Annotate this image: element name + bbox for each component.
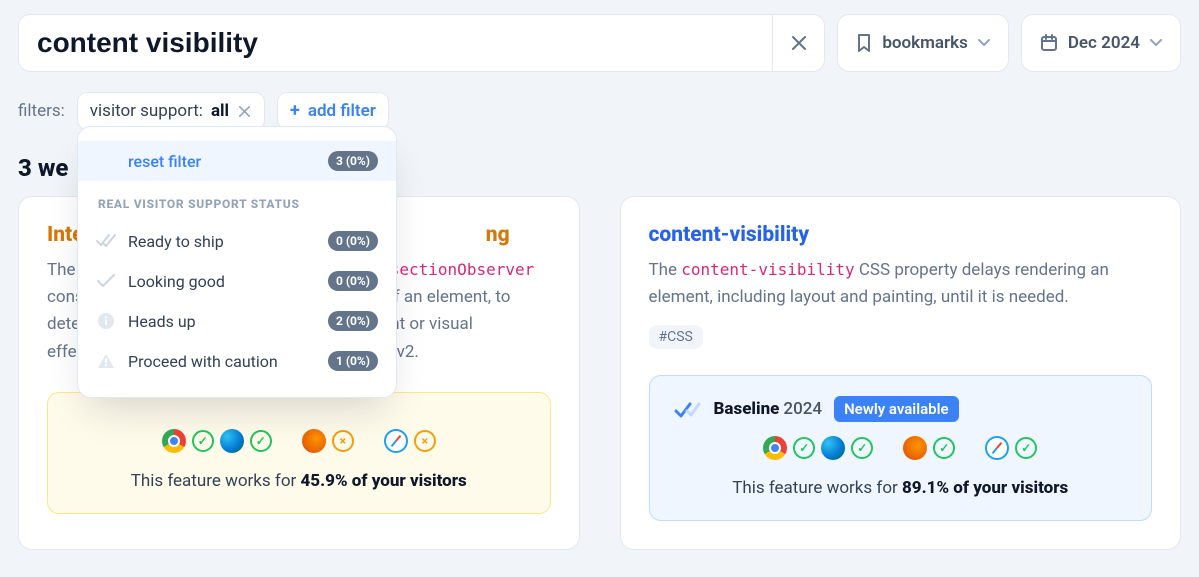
baseline-check-icon bbox=[674, 399, 702, 419]
firefox-icon bbox=[302, 429, 326, 453]
top-bar: bookmarks Dec 2024 bbox=[18, 14, 1181, 72]
warning-icon bbox=[96, 351, 116, 371]
dropdown-item-badge: 0 (0%) bbox=[328, 231, 378, 251]
dropdown-item-label: Heads up bbox=[128, 312, 316, 331]
dropdown-item-badge: 3 (0%) bbox=[328, 151, 378, 171]
baseline-title: Baseline2024 bbox=[714, 399, 823, 419]
browser-support-row: ✓ ✓ × × bbox=[66, 429, 532, 453]
result-description: The content-visibility CSS property dela… bbox=[649, 257, 1153, 311]
status-ok-icon: ✓ bbox=[933, 437, 955, 459]
result-title: content-visibility bbox=[649, 223, 1153, 247]
baseline-panel: ✓ ✓ × × This feature works for 45.9% of … bbox=[47, 392, 551, 514]
add-filter-label: add filter bbox=[308, 101, 376, 121]
calendar-icon bbox=[1040, 34, 1058, 52]
close-icon bbox=[792, 36, 806, 50]
status-ok-icon: ✓ bbox=[851, 437, 873, 459]
browser-safari: ✓ bbox=[985, 436, 1037, 460]
baseline-summary: This feature works for 89.1% of your vis… bbox=[668, 478, 1134, 498]
chrome-icon bbox=[763, 436, 787, 460]
status-ok-icon: ✓ bbox=[1015, 437, 1037, 459]
search-clear-button[interactable] bbox=[772, 15, 824, 71]
info-icon bbox=[96, 311, 116, 331]
add-filter-button[interactable]: + add filter bbox=[277, 92, 389, 130]
date-picker-button[interactable]: Dec 2024 bbox=[1021, 14, 1181, 72]
filter-dropdown: reset filter 3 (0%) REAL VISITOR SUPPORT… bbox=[77, 126, 397, 398]
dropdown-item-label: reset filter bbox=[128, 152, 316, 171]
edge-icon bbox=[220, 429, 244, 453]
status-warn-icon: × bbox=[332, 430, 354, 452]
dropdown-item-caution[interactable]: Proceed with caution 1 (0%) bbox=[78, 341, 396, 381]
dropdown-item-label: Ready to ship bbox=[128, 232, 316, 251]
bookmarks-label: bookmarks bbox=[882, 33, 968, 53]
search-container bbox=[18, 14, 825, 72]
browser-chrome-edge: ✓ ✓ bbox=[763, 436, 873, 460]
plus-icon: + bbox=[290, 102, 300, 120]
browser-firefox: × bbox=[302, 429, 354, 453]
firefox-icon bbox=[903, 436, 927, 460]
status-ok-icon: ✓ bbox=[250, 430, 272, 452]
filter-chip-key: visitor support: bbox=[90, 101, 203, 121]
dropdown-item-looking-good[interactable]: Looking good 0 (0%) bbox=[78, 261, 396, 301]
dropdown-item-badge: 2 (0%) bbox=[328, 311, 378, 331]
baseline-panel: Baseline2024 Newly available ✓ ✓ ✓ bbox=[649, 375, 1153, 521]
baseline-badge: Newly available bbox=[834, 396, 959, 422]
status-ok-icon: ✓ bbox=[192, 430, 214, 452]
browser-support-row: ✓ ✓ ✓ ✓ bbox=[668, 436, 1134, 460]
bookmark-icon bbox=[856, 34, 872, 52]
blank-icon bbox=[96, 151, 116, 171]
dropdown-item-badge: 0 (0%) bbox=[328, 271, 378, 291]
bookmarks-button[interactable]: bookmarks bbox=[837, 14, 1009, 72]
close-icon bbox=[239, 106, 250, 117]
safari-icon bbox=[384, 429, 408, 453]
filter-chip-remove[interactable] bbox=[237, 106, 252, 117]
status-ok-icon: ✓ bbox=[793, 437, 815, 459]
dropdown-item-label: Proceed with caution bbox=[128, 352, 316, 371]
browser-safari: × bbox=[384, 429, 436, 453]
date-label: Dec 2024 bbox=[1068, 33, 1140, 53]
check-icon bbox=[96, 271, 116, 291]
baseline-header: Baseline2024 Newly available bbox=[668, 396, 1134, 422]
chevron-down-icon bbox=[1150, 39, 1162, 47]
dropdown-item-heads-up[interactable]: Heads up 2 (0%) bbox=[78, 301, 396, 341]
result-card[interactable]: content-visibility The content-visibilit… bbox=[620, 196, 1182, 550]
dropdown-item-reset[interactable]: reset filter 3 (0%) bbox=[78, 141, 396, 181]
browser-firefox: ✓ bbox=[903, 436, 955, 460]
filter-chip-visitor-support[interactable]: visitor support: all bbox=[77, 92, 265, 130]
double-check-icon bbox=[96, 231, 116, 251]
filters-label: filters: bbox=[18, 101, 65, 121]
dropdown-item-ready[interactable]: Ready to ship 0 (0%) bbox=[78, 221, 396, 261]
filter-chip-value: all bbox=[211, 101, 229, 121]
status-warn-icon: × bbox=[414, 430, 436, 452]
dropdown-item-label: Looking good bbox=[128, 272, 316, 291]
search-input[interactable] bbox=[19, 15, 772, 71]
baseline-summary: This feature works for 45.9% of your vis… bbox=[66, 471, 532, 491]
browser-chrome-edge: ✓ ✓ bbox=[162, 429, 272, 453]
dropdown-section-header: REAL VISITOR SUPPORT STATUS bbox=[78, 181, 396, 221]
chevron-down-icon bbox=[978, 39, 990, 47]
safari-icon bbox=[985, 436, 1009, 460]
dropdown-item-badge: 1 (0%) bbox=[328, 351, 378, 371]
result-tag[interactable]: #CSS bbox=[649, 325, 703, 349]
edge-icon bbox=[821, 436, 845, 460]
chrome-icon bbox=[162, 429, 186, 453]
filters-bar: filters: visitor support: all + add filt… bbox=[18, 92, 1181, 130]
